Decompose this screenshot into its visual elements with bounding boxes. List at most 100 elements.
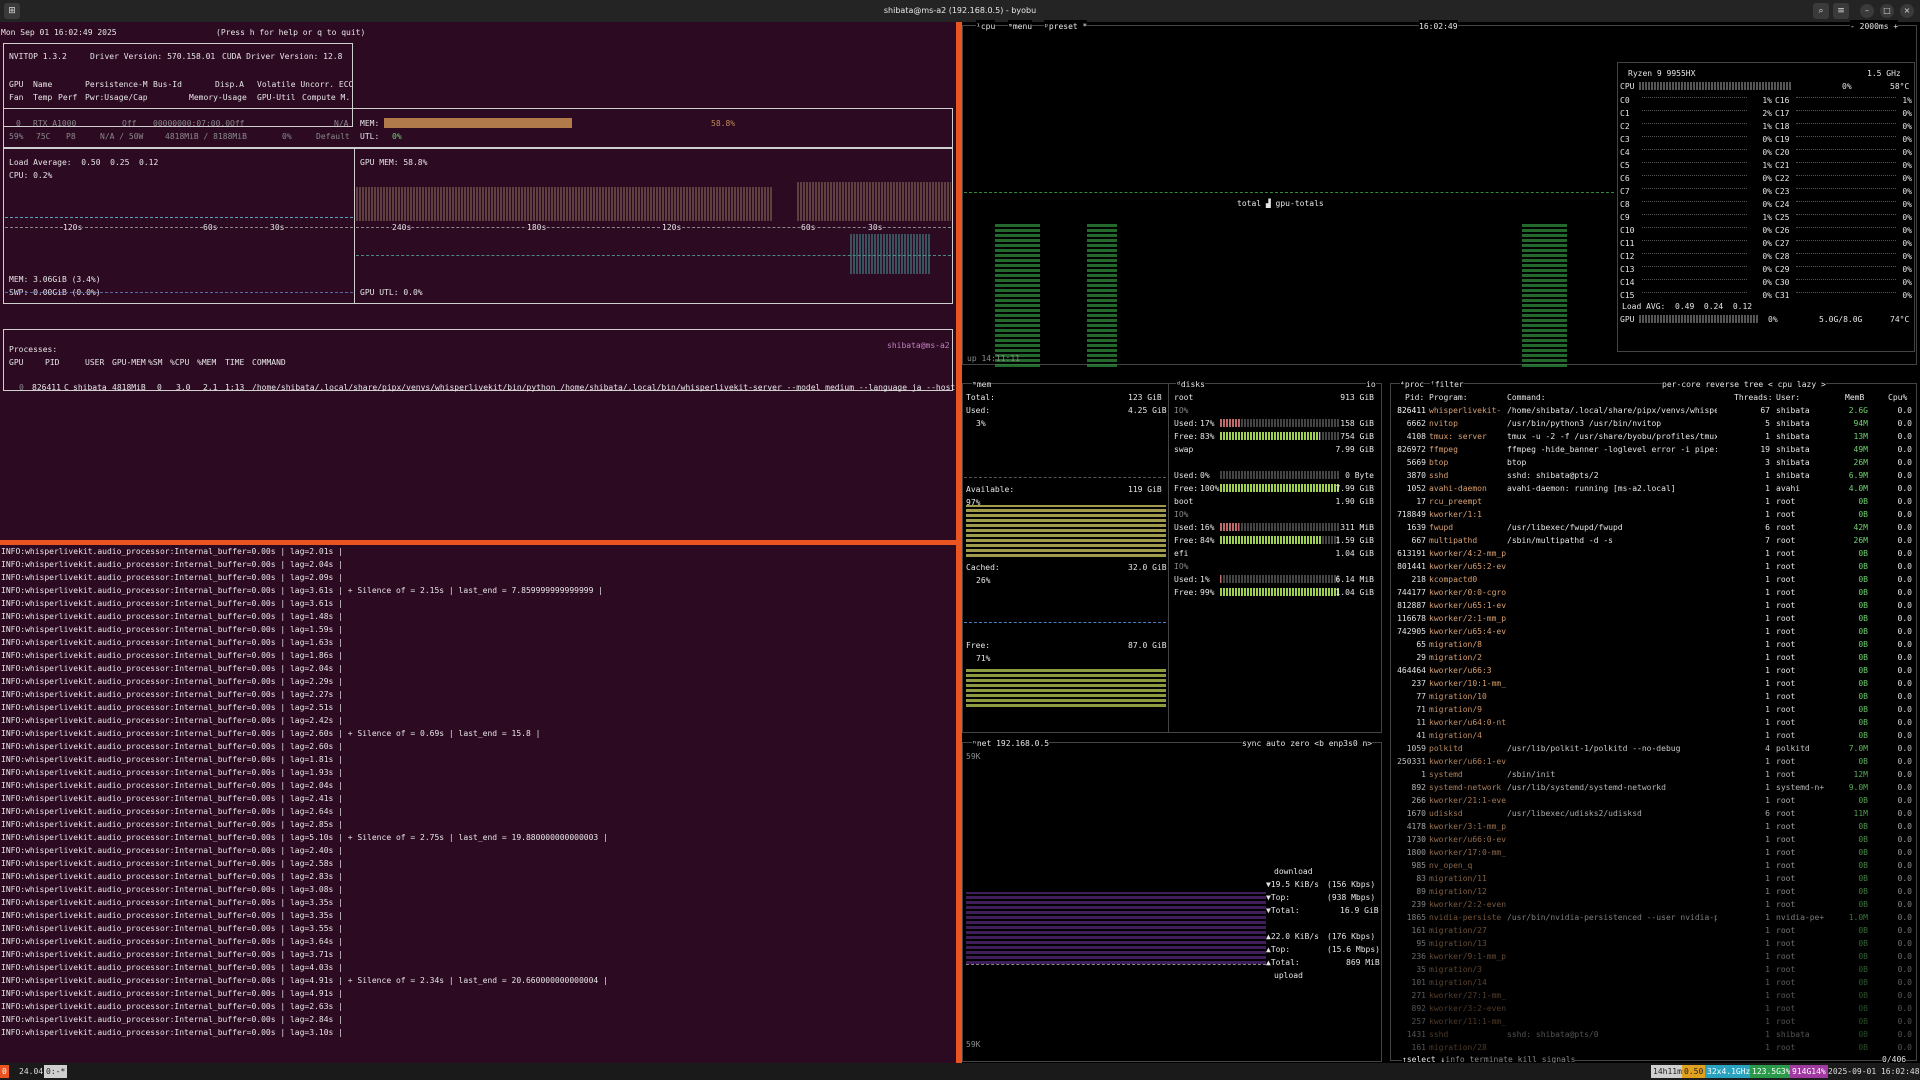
- btop-proc-title[interactable]: ⁴proc: [1400, 378, 1425, 391]
- proc-gpu: 0: [19, 383, 24, 392]
- proc-h-command[interactable]: Command:: [1507, 391, 1546, 404]
- proc-cpu: 0.0: [1897, 783, 1912, 792]
- proc-program: fwupd: [1429, 523, 1454, 532]
- proc-command: /usr/bin/python3 /usr/bin/nvitop: [1507, 419, 1662, 428]
- proc-h-cpu[interactable]: Cpu%: [1888, 391, 1907, 404]
- btop-tab-menu[interactable]: ᵐmenu: [1008, 20, 1033, 33]
- gpu-row-box: [3, 108, 953, 148]
- status-session[interactable]: 0: [0, 1065, 9, 1078]
- proc-h-user[interactable]: User:: [1776, 391, 1800, 404]
- proc-h-program[interactable]: Program:: [1429, 391, 1468, 404]
- proc-threads: 1: [1765, 900, 1770, 909]
- net-dl-top-label: ▼Top:: [1266, 893, 1291, 902]
- btop-gpu-bar: [1639, 315, 1759, 323]
- proc-user: root: [1776, 1043, 1796, 1052]
- proc-h-memb[interactable]: MemB: [1845, 391, 1864, 404]
- proc-user: shibata: [1776, 471, 1810, 480]
- proc-program: kworker/21:1-eve: [1429, 796, 1507, 805]
- proc-cpu: 0.0: [1897, 744, 1912, 753]
- hamburger-menu-icon[interactable]: ≡: [1833, 3, 1849, 19]
- btop-tab-cpu[interactable]: ¹cpu: [976, 20, 996, 33]
- core-label: C18: [1775, 122, 1790, 131]
- proc-threads: 1: [1765, 965, 1770, 974]
- disk-used-pct: 16%: [1200, 523, 1215, 532]
- status-window[interactable]: 0:-*: [44, 1065, 68, 1078]
- core-label: C23: [1775, 187, 1790, 196]
- proc-threads: 1: [1765, 614, 1770, 623]
- minimize-icon[interactable]: –: [1860, 4, 1874, 18]
- core-label: C9: [1620, 213, 1630, 222]
- btop-disks-title[interactable]: ᵈdisks: [1176, 378, 1205, 391]
- close-icon[interactable]: ×: [1900, 4, 1914, 18]
- core-label: C17: [1775, 109, 1790, 118]
- log-line: INFO:whisperlivekit.audio_processor:Inte…: [1, 547, 343, 556]
- proc-cpu: 0.0: [1897, 705, 1912, 714]
- cuda-version: CUDA Driver Version: 12.8: [222, 52, 343, 61]
- btop-net-opts[interactable]: sync auto zero <b enp3s0 n>: [1242, 737, 1373, 750]
- core-label: C20: [1775, 148, 1790, 157]
- proc-time: 1:13: [225, 383, 245, 392]
- btop-mem-title[interactable]: ᵐmem: [972, 378, 992, 391]
- proc-pid: 1052: [1406, 484, 1426, 493]
- core-pct: 0%: [1902, 226, 1912, 235]
- btop-refresh[interactable]: - 2000ms +: [1850, 20, 1899, 33]
- mem-avail: 119 GiB: [1128, 485, 1162, 494]
- proc-threads: 1: [1765, 575, 1770, 584]
- core-graph: [1796, 266, 1896, 273]
- tick-30s-gpu: 30s: [868, 221, 883, 234]
- proc-pid: 4108: [1406, 432, 1426, 441]
- proc-user: shibata: [1776, 406, 1810, 415]
- tick-30s: 30s: [270, 221, 285, 234]
- btop-pane[interactable]: ¹cpu ᵐmenu ᵖpreset * 16:02:49 - 2000ms +…: [962, 20, 1920, 1066]
- proc-memb: 0B: [1858, 952, 1868, 961]
- proc-h-threads[interactable]: Threads:: [1734, 391, 1773, 404]
- proc-program: kworker/u66:0-ev: [1429, 835, 1507, 844]
- proc-program: kworker/0:0-cgro: [1429, 588, 1507, 597]
- btop-net-title[interactable]: ⁿnet 192.168.0.5: [972, 737, 1050, 750]
- tick-120s-gpu: 120s: [662, 221, 682, 234]
- disk-free-label: Free:: [1174, 432, 1199, 441]
- proc-user: root: [1776, 887, 1796, 896]
- proc-program: systemd: [1429, 770, 1463, 779]
- core-graph: [1796, 279, 1896, 286]
- nvitop-help: (Press h for help or q to quit): [216, 28, 366, 37]
- maximize-icon[interactable]: □: [1880, 4, 1894, 18]
- disk-free-bar: [1220, 536, 1321, 544]
- proc-memb: 0B: [1858, 848, 1868, 857]
- net-ul-top: (15.6 Mbps): [1327, 945, 1380, 954]
- hdr-dispa: Disp.A: [215, 80, 244, 89]
- gpu-perf: P8: [66, 132, 76, 141]
- log-line: INFO:whisperlivekit.audio_processor:Inte…: [1, 755, 343, 764]
- btop-disks-io[interactable]: io: [1366, 378, 1376, 391]
- proc-memb: 9.0M: [1848, 783, 1868, 792]
- log-line: INFO:whisperlivekit.audio_processor:Inte…: [1, 560, 343, 569]
- net-download-label: download: [1274, 867, 1313, 876]
- proc-cpu: 0.0: [1897, 913, 1912, 922]
- log-pane[interactable]: INFO:whisperlivekit.audio_processor:Inte…: [0, 545, 956, 1063]
- proc-h-pid[interactable]: Pid:: [1405, 391, 1424, 404]
- btop-tab-preset[interactable]: ᵖpreset *: [1044, 20, 1088, 33]
- proc-pid: 116678: [1397, 614, 1426, 623]
- proc-threads: 4: [1765, 744, 1770, 753]
- cpu-graph-line: [964, 192, 1614, 194]
- proc-memb: 0B: [1858, 1043, 1868, 1052]
- search-icon[interactable]: ⌕: [1813, 3, 1829, 19]
- proc-user: root: [1776, 861, 1796, 870]
- proc-sm: 0: [157, 383, 162, 392]
- proc-cpu: 0.0: [1897, 549, 1912, 558]
- disk-used-pct: 0%: [1200, 471, 1210, 480]
- proc-program: migration/28: [1429, 1043, 1487, 1052]
- disk-used-track: [1220, 419, 1340, 427]
- nvitop-pane[interactable]: Mon Sep 01 16:02:49 2025 (Press h for he…: [0, 22, 994, 540]
- proc-pid: 218: [1411, 575, 1426, 584]
- log-line: INFO:whisperlivekit.audio_processor:Inte…: [1, 950, 343, 959]
- proc-cpu: 0.0: [1897, 419, 1912, 428]
- btop-proc-filter[interactable]: ᶠfilter: [1430, 378, 1464, 391]
- proc-threads: 7: [1765, 536, 1770, 545]
- proc-memb: 0B: [1858, 562, 1868, 571]
- core-graph: [1642, 149, 1747, 156]
- host-mem-line: [5, 292, 353, 294]
- btop-proc-opts[interactable]: per-core reverse tree < cpu lazy >: [1662, 378, 1826, 391]
- disk-name: swap: [1174, 445, 1194, 454]
- cpu-history-bars-3: [1522, 222, 1567, 367]
